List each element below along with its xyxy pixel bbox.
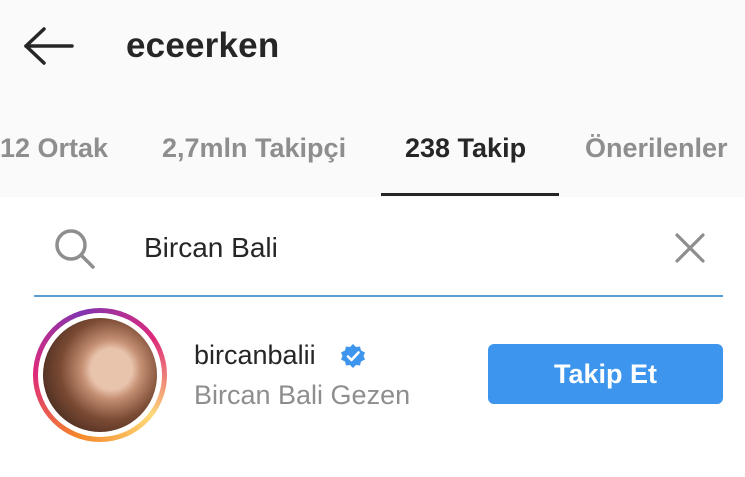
result-full-name: Bircan Bali Gezen	[194, 380, 411, 410]
arrow-left-icon	[24, 27, 74, 65]
profile-photo	[43, 318, 157, 432]
back-button[interactable]	[20, 22, 78, 70]
tab-suggested[interactable]: Önerilenler	[585, 133, 728, 164]
follow-button[interactable]: Takip Et	[488, 344, 723, 404]
profile-username: eceerken	[126, 26, 280, 65]
close-icon	[675, 233, 705, 263]
top-bar: eceerken 12 Ortak 2,7mln Takipçi 238 Tak…	[0, 0, 745, 197]
tab-following[interactable]: 238 Takip	[405, 133, 526, 164]
search-underline	[34, 295, 723, 297]
clear-search-button[interactable]	[670, 228, 710, 268]
avatar[interactable]	[33, 308, 167, 442]
search-input[interactable]: Bircan Bali	[144, 232, 278, 264]
result-username[interactable]: bircanbalii	[194, 340, 316, 371]
active-tab-indicator	[381, 193, 559, 196]
search-icon	[52, 226, 98, 272]
tab-bar: 12 Ortak 2,7mln Takipçi 238 Takip Öneril…	[0, 125, 745, 197]
verified-badge-icon	[341, 344, 365, 368]
tab-followers[interactable]: 2,7mln Takipçi	[162, 133, 346, 164]
tab-mutual[interactable]: 12 Ortak	[0, 133, 108, 164]
